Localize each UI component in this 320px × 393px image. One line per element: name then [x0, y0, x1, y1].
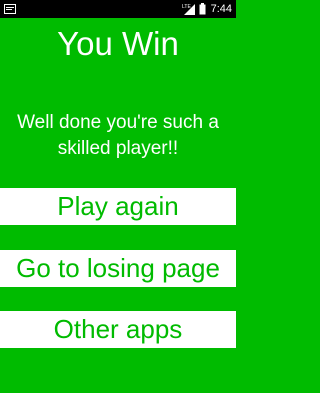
status-left: [4, 3, 16, 15]
other-apps-button[interactable]: Other apps: [0, 311, 236, 348]
battery-icon: [199, 3, 206, 15]
go-to-losing-page-button[interactable]: Go to losing page: [0, 250, 236, 287]
play-again-button[interactable]: Play again: [0, 188, 236, 225]
cellular-signal-icon: LTE: [182, 3, 196, 15]
status-right: LTE 7:44: [182, 0, 232, 18]
win-message: Well done you're such a skilled player!!: [17, 112, 219, 159]
status-bar: LTE 7:44: [0, 0, 236, 18]
status-time: 7:44: [210, 3, 232, 15]
page-title: You Win: [57, 25, 179, 62]
notification-icon: [4, 3, 16, 15]
